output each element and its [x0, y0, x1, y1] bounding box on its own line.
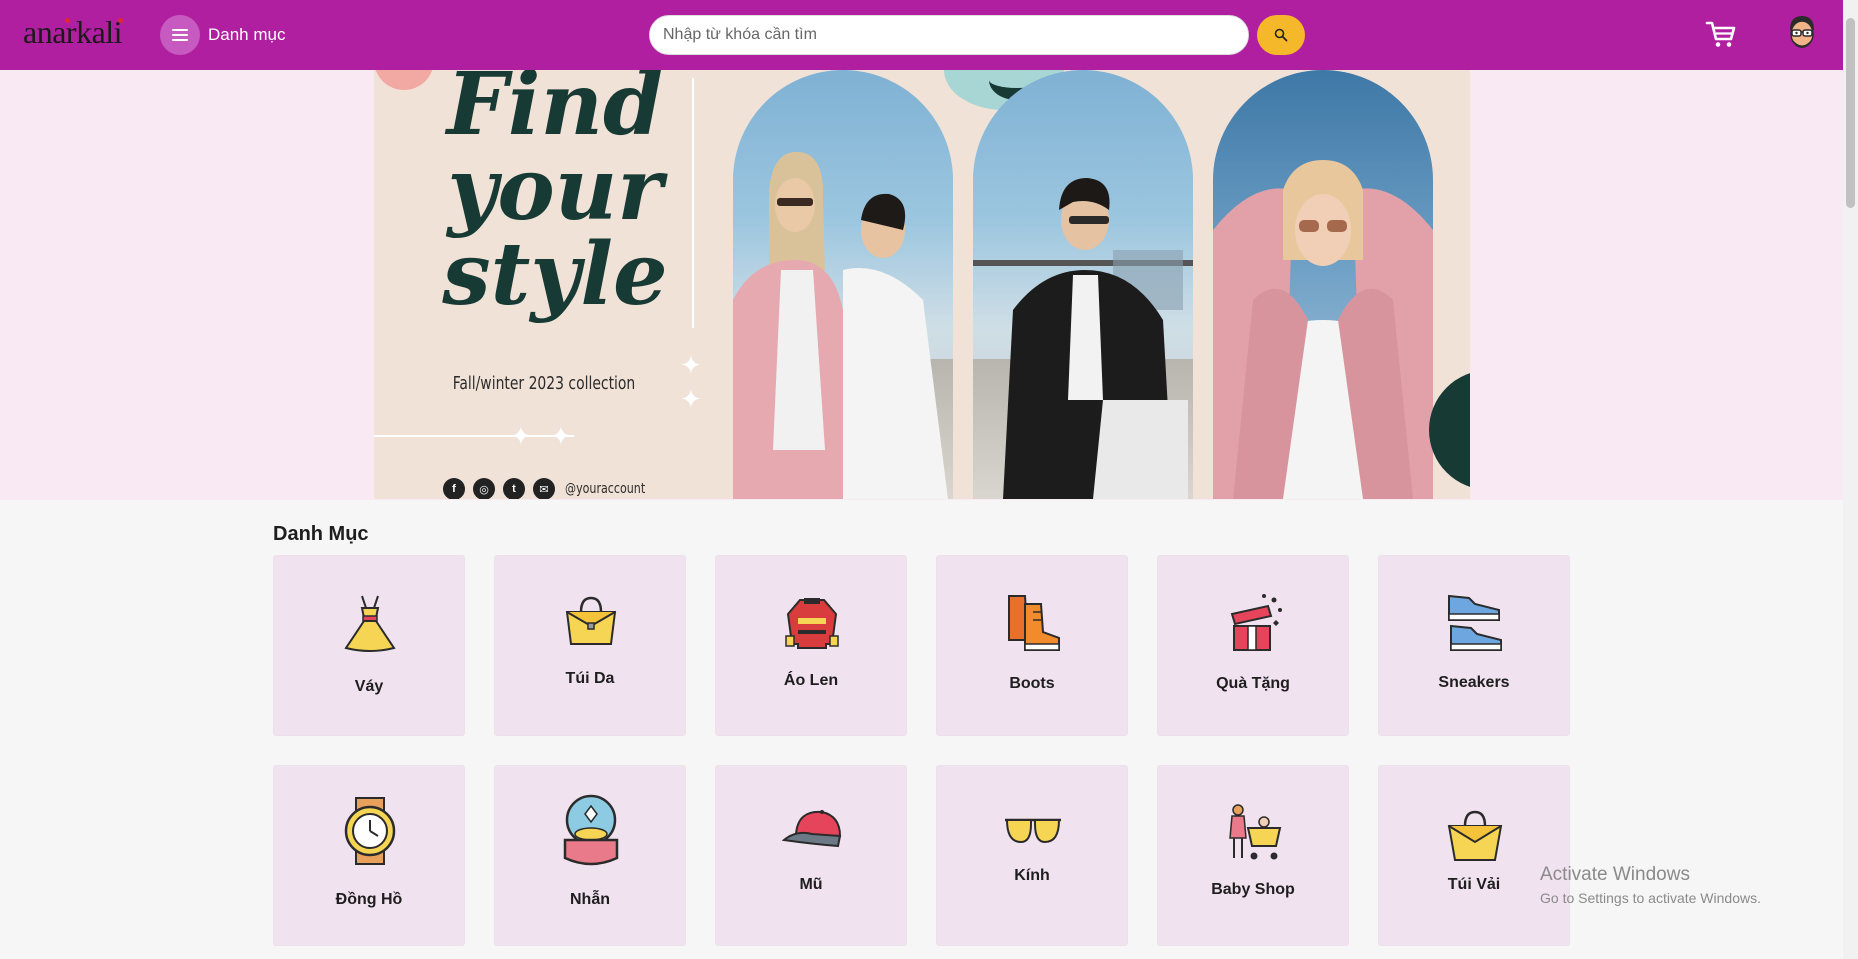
category-label: Quà Tặng	[1216, 675, 1290, 692]
banner-subtitle: Fall/winter 2023 collection	[452, 373, 636, 394]
headline-line: your	[447, 139, 663, 240]
category-label: Túi Da	[565, 670, 615, 687]
category-card-sneakers[interactable]: Sneakers	[1378, 555, 1570, 736]
decor-shape	[1429, 370, 1470, 490]
baby-shop-icon	[1229, 804, 1282, 860]
category-label: Váy	[354, 678, 384, 695]
category-card-ao-len[interactable]: Áo Len	[715, 555, 907, 736]
divider	[692, 78, 694, 328]
boots-icon	[1008, 595, 1060, 651]
banner-headline: Find your style	[440, 70, 670, 325]
category-label: Boots	[1009, 675, 1055, 692]
watermark-title: Activate Windows	[1540, 864, 1690, 885]
cap-icon	[782, 810, 842, 848]
search-icon	[1274, 28, 1288, 42]
twitter-icon[interactable]: t	[503, 478, 525, 499]
category-menu-button[interactable]	[160, 15, 200, 55]
category-label: Áo Len	[783, 672, 839, 689]
divider	[374, 435, 574, 437]
search-button[interactable]	[1257, 15, 1305, 55]
user-avatar[interactable]	[1786, 14, 1818, 52]
headline-line: style	[442, 224, 668, 325]
category-card-baby-shop[interactable]: Baby Shop	[1157, 765, 1349, 946]
sneakers-icon	[1448, 594, 1502, 651]
scrollbar-thumb[interactable]	[1846, 18, 1855, 208]
hero-banner[interactable]: Find your style Fall/winter 2023 collect…	[374, 70, 1470, 499]
category-card-boots[interactable]: Boots	[936, 555, 1128, 736]
ring-icon	[563, 794, 619, 866]
headline-line: Find	[446, 70, 664, 155]
tote-bag-icon	[1447, 810, 1503, 861]
category-label: Nhẫn	[570, 891, 610, 908]
social-handle: @youraccount	[565, 481, 646, 497]
hamburger-icon	[172, 29, 188, 41]
cart-icon[interactable]	[1705, 18, 1737, 50]
category-card-tui-vai[interactable]: Túi Vải	[1378, 765, 1570, 946]
handbag-icon	[565, 596, 617, 645]
sparkle-icon: ✦	[510, 421, 532, 451]
logo-text: anarkali	[23, 14, 123, 50]
gift-icon	[1230, 594, 1282, 651]
top-navbar: anarkali Danh mục	[0, 0, 1843, 70]
category-card-vay[interactable]: Váy	[273, 555, 465, 736]
categories-heading: Danh Mục	[273, 523, 369, 545]
sweater-icon	[785, 598, 839, 649]
category-card-kinh[interactable]: Kính	[936, 765, 1128, 946]
category-card-qua-tang[interactable]: Quà Tặng	[1157, 555, 1349, 736]
category-card-tui-da[interactable]: Túi Da	[494, 555, 686, 736]
model-photo	[1213, 70, 1433, 499]
logo-dot	[118, 18, 123, 23]
category-card-mu[interactable]: Mũ	[715, 765, 907, 946]
category-card-dong-ho[interactable]: Đồng Hồ	[273, 765, 465, 946]
sunglasses-icon	[1005, 818, 1061, 844]
watermark-subtitle: Go to Settings to activate Windows.	[1540, 890, 1761, 906]
category-label: Mũ	[799, 876, 823, 893]
search-input[interactable]	[649, 15, 1249, 55]
instagram-icon[interactable]: ◎	[473, 478, 495, 499]
category-label: Sneakers	[1438, 674, 1510, 691]
sparkle-icon: ✦	[680, 384, 702, 414]
category-menu-label[interactable]: Danh mục	[208, 25, 285, 45]
model-photo	[733, 70, 953, 499]
logo-dot	[65, 18, 70, 23]
sparkle-icon: ✦	[680, 350, 702, 380]
sparkle-icon: ✦	[550, 421, 572, 451]
email-icon[interactable]: ✉	[533, 478, 555, 499]
model-photo	[973, 70, 1193, 499]
category-label: Baby Shop	[1211, 881, 1295, 898]
decor-shape	[374, 70, 434, 90]
windows-activation-watermark: Activate Windows Go to Settings to activ…	[1540, 864, 1761, 906]
category-label: Kính	[1014, 867, 1050, 884]
logo[interactable]: anarkali	[23, 14, 123, 51]
category-label: Đồng Hồ	[335, 891, 403, 908]
facebook-icon[interactable]: f	[443, 478, 465, 499]
watch-icon	[344, 797, 396, 865]
social-links: f ◎ t ✉ @youraccount	[443, 478, 656, 499]
dress-icon	[344, 595, 396, 652]
category-card-nhan[interactable]: Nhẫn	[494, 765, 686, 946]
page-scrollbar[interactable]	[1843, 0, 1858, 959]
